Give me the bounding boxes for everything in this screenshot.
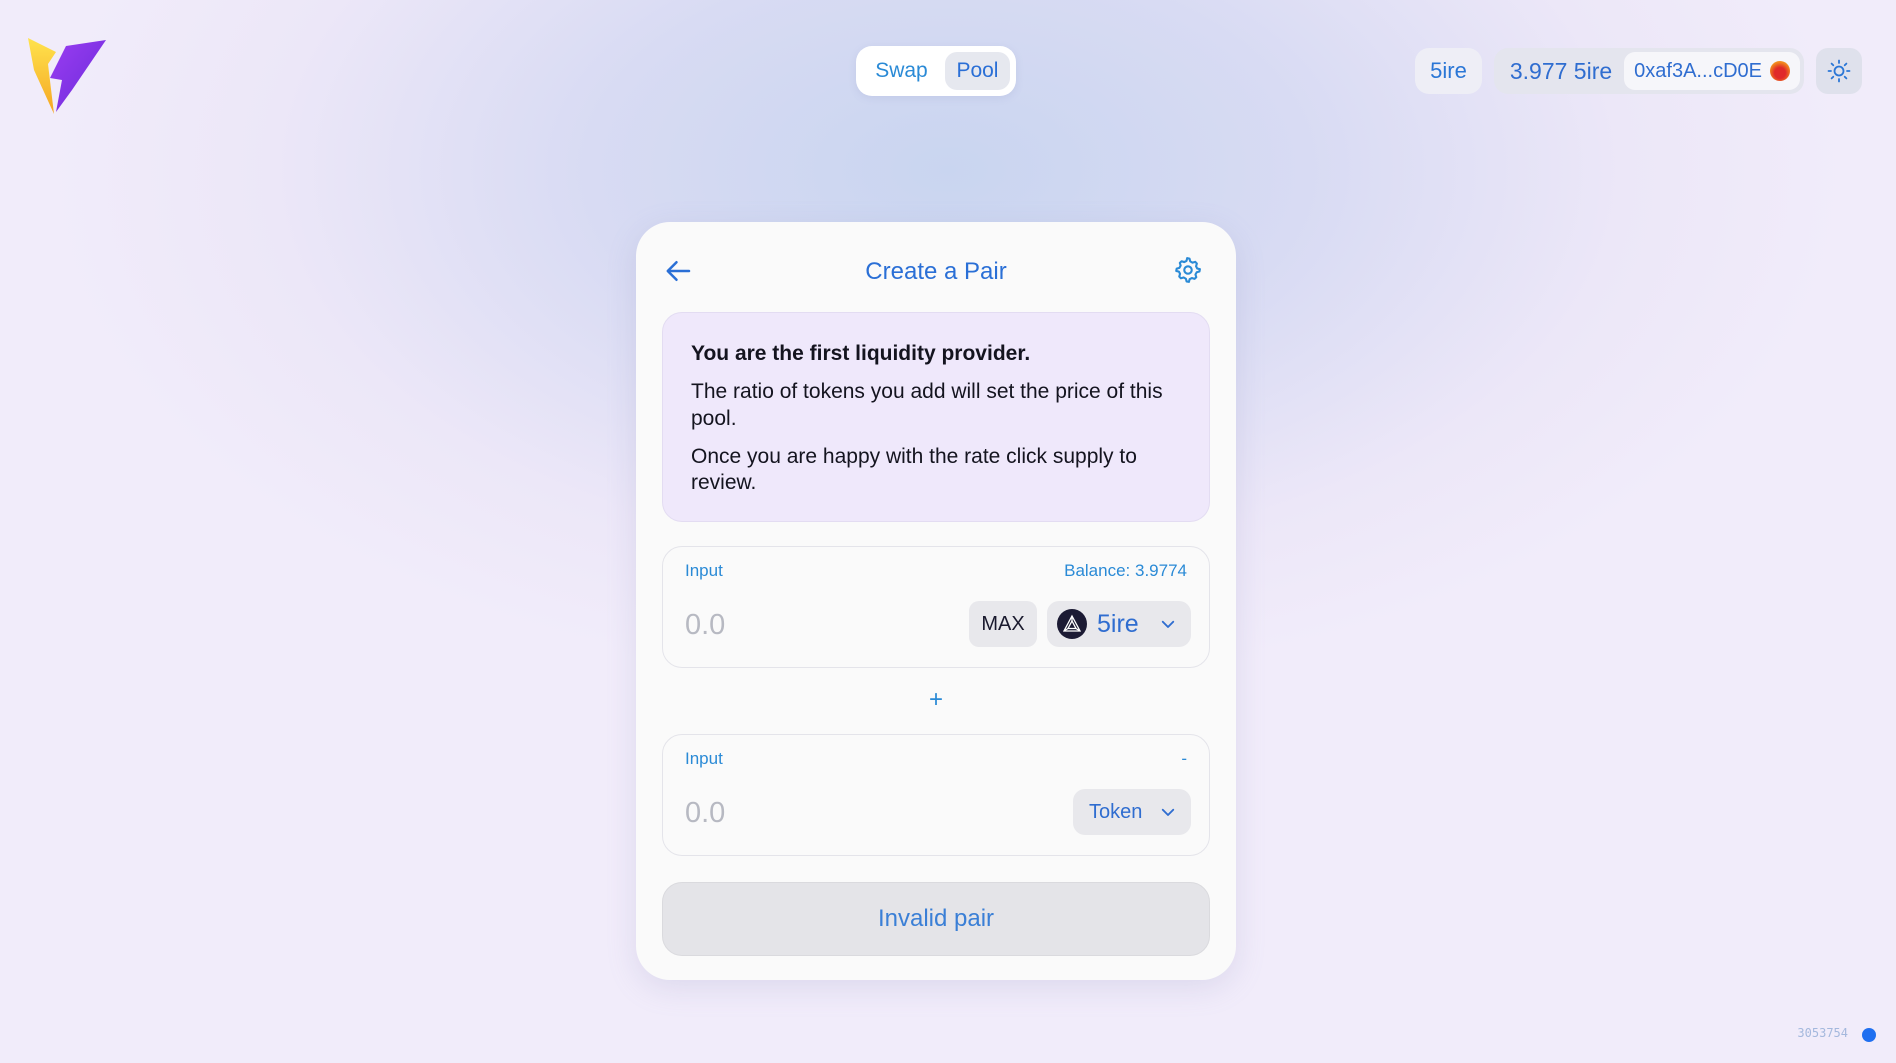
max-button[interactable]: MAX xyxy=(969,601,1037,647)
sun-icon xyxy=(1827,59,1851,83)
settings-button[interactable] xyxy=(1174,256,1202,284)
token-5ire-icon xyxy=(1057,609,1087,639)
wallet-balance: 3.977 5ire xyxy=(1509,57,1613,84)
block-number[interactable]: 3053754 xyxy=(1797,1026,1848,1040)
tab-swap[interactable]: Swap xyxy=(862,52,941,90)
create-pair-card: Create a Pair You are the first liquidit… xyxy=(636,222,1236,980)
token-a-input-panel: Input Balance: 3.9774 MAX 5ire xyxy=(662,546,1210,668)
swap-pool-toggle: Swap Pool xyxy=(856,46,1016,96)
token-a-name: 5ire xyxy=(1097,609,1139,638)
page-title: Create a Pair xyxy=(865,258,1007,285)
invalid-pair-button[interactable]: Invalid pair xyxy=(662,882,1210,956)
tab-pool[interactable]: Pool xyxy=(944,52,1010,90)
first-liquidity-notice: You are the first liquidity provider. Th… xyxy=(662,312,1210,522)
gear-icon xyxy=(1175,257,1201,283)
wallet-button[interactable]: 3.977 5ire 0xaf3A...cD0E xyxy=(1493,48,1804,94)
token-b-amount-input[interactable] xyxy=(685,793,935,833)
notice-paragraph: Once you are happy with the rate click s… xyxy=(691,444,1137,494)
notice-paragraph: The ratio of tokens you add will set the… xyxy=(691,380,1163,430)
input-label: Input xyxy=(685,561,723,580)
token-b-input-panel: Input - Token xyxy=(662,734,1210,856)
wallet-address: 0xaf3A...cD0E xyxy=(1634,59,1762,82)
token-a-amount-input[interactable] xyxy=(685,605,935,645)
wallet-address-button[interactable]: 0xaf3A...cD0E xyxy=(1624,52,1800,90)
chevron-down-icon xyxy=(1161,808,1175,816)
chevron-down-icon xyxy=(1161,620,1175,628)
logo-icon[interactable] xyxy=(26,34,110,116)
balance-label: - xyxy=(1181,749,1187,768)
input-label: Input xyxy=(685,749,723,768)
token-b-select[interactable]: Token xyxy=(1073,789,1191,835)
network-button[interactable]: 5ire xyxy=(1415,48,1482,94)
network-status-icon xyxy=(1862,1028,1876,1042)
token-b-name: Token xyxy=(1089,800,1143,823)
token-a-select[interactable]: 5ire xyxy=(1047,601,1191,647)
header-actions: 5ire 3.977 5ire 0xaf3A...cD0E xyxy=(1415,48,1862,94)
balance-label[interactable]: Balance: 3.9774 xyxy=(1064,561,1187,581)
wallet-avatar-icon xyxy=(1770,61,1790,81)
card-header: Create a Pair xyxy=(636,252,1236,296)
theme-toggle-button[interactable] xyxy=(1816,48,1862,94)
notice-title: You are the first liquidity provider. xyxy=(691,342,1031,365)
plus-icon: + xyxy=(928,686,943,713)
